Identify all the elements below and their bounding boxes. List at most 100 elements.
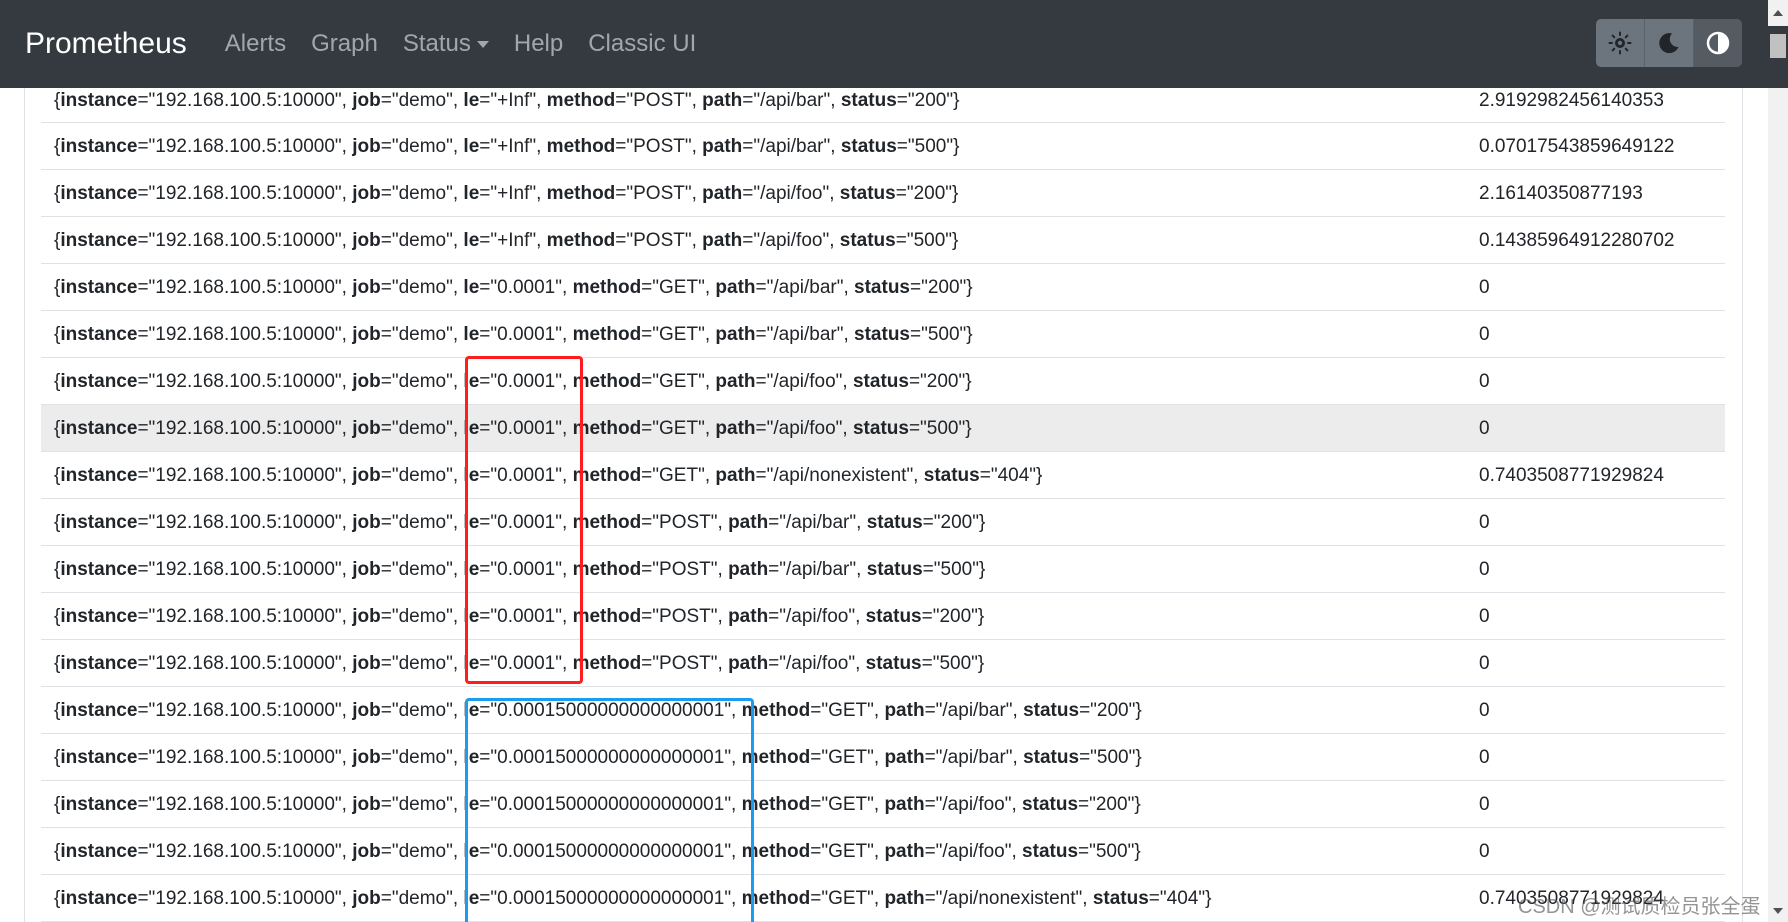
label-key-method: method bbox=[741, 794, 811, 815]
label-key-job: job bbox=[352, 183, 381, 204]
label-value-le: 0.00015000000000000001 bbox=[497, 747, 725, 768]
label-key-method: method bbox=[572, 606, 642, 627]
table-row[interactable]: {instance="192.168.100.5:10000", job="de… bbox=[41, 687, 1725, 734]
label-key-status: status bbox=[840, 136, 897, 157]
table-row[interactable]: {instance="192.168.100.5:10000", job="de… bbox=[41, 499, 1725, 546]
label-key-le: le bbox=[463, 653, 480, 674]
table-row[interactable]: {instance="192.168.100.5:10000", job="de… bbox=[41, 88, 1725, 123]
label-value-job: demo bbox=[398, 606, 447, 627]
nav-help[interactable]: Help bbox=[514, 30, 563, 58]
nav-status-dropdown[interactable]: Status bbox=[403, 30, 489, 58]
label-value-instance: 192.168.100.5:10000 bbox=[155, 418, 335, 439]
sun-icon bbox=[1608, 31, 1632, 55]
series-value: 0 bbox=[1479, 700, 1490, 721]
label-value-le: 0.0001 bbox=[497, 371, 556, 392]
label-key-method: method bbox=[741, 841, 811, 862]
table-row[interactable]: {instance="192.168.100.5:10000", job="de… bbox=[41, 452, 1725, 499]
label-key-path: path bbox=[884, 794, 925, 815]
label-key-le: le bbox=[463, 277, 480, 298]
nav-graph[interactable]: Graph bbox=[311, 30, 378, 58]
label-key-job: job bbox=[352, 606, 381, 627]
series-labels: {instance="192.168.100.5:10000", job="de… bbox=[54, 653, 985, 674]
dark-theme-button[interactable] bbox=[1645, 19, 1694, 67]
series-labels: {instance="192.168.100.5:10000", job="de… bbox=[54, 418, 972, 439]
label-value-status: 200 bbox=[914, 90, 947, 111]
label-key-status: status bbox=[1092, 888, 1149, 909]
brand-link[interactable]: Prometheus bbox=[25, 27, 187, 61]
label-key-job: job bbox=[352, 841, 381, 862]
table-row[interactable]: {instance="192.168.100.5:10000", job="de… bbox=[41, 828, 1725, 875]
label-key-instance: instance bbox=[60, 230, 138, 251]
label-value-job: demo bbox=[398, 653, 447, 674]
label-value-status: 404 bbox=[997, 465, 1030, 486]
series-labels: {instance="192.168.100.5:10000", job="de… bbox=[54, 465, 1043, 486]
label-value-path: /api/foo bbox=[760, 183, 823, 204]
nav-classic-ui[interactable]: Classic UI bbox=[588, 30, 696, 58]
label-key-path: path bbox=[728, 653, 769, 674]
table-row[interactable]: {instance="192.168.100.5:10000", job="de… bbox=[41, 875, 1725, 922]
table-row[interactable]: {instance="192.168.100.5:10000", job="de… bbox=[41, 358, 1725, 405]
label-key-le: le bbox=[463, 183, 480, 204]
page-scrollbar[interactable] bbox=[1768, 88, 1788, 922]
table-row[interactable]: {instance="192.168.100.5:10000", job="de… bbox=[41, 546, 1725, 593]
label-key-job: job bbox=[352, 90, 381, 111]
table-row[interactable]: {instance="192.168.100.5:10000", job="de… bbox=[41, 640, 1725, 687]
scroll-up-button[interactable] bbox=[1768, 0, 1788, 26]
label-value-instance: 192.168.100.5:10000 bbox=[155, 794, 335, 815]
label-value-method: POST bbox=[659, 559, 711, 580]
label-key-path: path bbox=[715, 277, 756, 298]
label-value-status: 500 bbox=[1095, 841, 1128, 862]
label-value-instance: 192.168.100.5:10000 bbox=[155, 465, 335, 486]
label-value-le: 0.0001 bbox=[497, 653, 556, 674]
series-value: 0 bbox=[1479, 371, 1490, 392]
label-key-job: job bbox=[352, 653, 381, 674]
table-row[interactable]: {instance="192.168.100.5:10000", job="de… bbox=[41, 734, 1725, 781]
table-row[interactable]: {instance="192.168.100.5:10000", job="de… bbox=[41, 170, 1725, 217]
scrollbar-thumb[interactable] bbox=[1770, 34, 1786, 58]
label-value-instance: 192.168.100.5:10000 bbox=[155, 277, 335, 298]
table-row[interactable]: {instance="192.168.100.5:10000", job="de… bbox=[41, 781, 1725, 828]
label-value-method: GET bbox=[659, 371, 699, 392]
series-value: 0.14385964912280702 bbox=[1479, 230, 1675, 251]
series-labels: {instance="192.168.100.5:10000", job="de… bbox=[54, 136, 960, 157]
label-key-le: le bbox=[463, 371, 480, 392]
label-value-instance: 192.168.100.5:10000 bbox=[155, 512, 335, 533]
label-value-job: demo bbox=[398, 794, 447, 815]
browser-theme-button[interactable] bbox=[1694, 19, 1742, 67]
label-key-instance: instance bbox=[60, 183, 138, 204]
light-theme-button[interactable] bbox=[1596, 19, 1645, 67]
label-key-path: path bbox=[715, 324, 756, 345]
label-value-status: 200 bbox=[913, 183, 946, 204]
label-value-method: GET bbox=[659, 324, 699, 345]
label-value-le: 0.0001 bbox=[497, 418, 556, 439]
label-key-job: job bbox=[352, 747, 381, 768]
series-labels: {instance="192.168.100.5:10000", job="de… bbox=[54, 559, 986, 580]
top-navbar: Prometheus Alerts Graph Status Help Clas… bbox=[0, 0, 1788, 88]
table-row[interactable]: {instance="192.168.100.5:10000", job="de… bbox=[41, 217, 1725, 264]
label-key-status: status bbox=[840, 90, 897, 111]
label-key-status: status bbox=[923, 465, 980, 486]
label-key-job: job bbox=[352, 136, 381, 157]
nav-alerts[interactable]: Alerts bbox=[225, 30, 286, 58]
label-key-instance: instance bbox=[60, 136, 138, 157]
panel-left-border bbox=[24, 88, 25, 922]
scroll-down-button[interactable] bbox=[1768, 900, 1788, 922]
table-row[interactable]: {instance="192.168.100.5:10000", job="de… bbox=[41, 405, 1725, 452]
label-key-instance: instance bbox=[60, 371, 138, 392]
label-value-method: GET bbox=[828, 794, 868, 815]
label-key-le: le bbox=[463, 136, 480, 157]
table-row[interactable]: {instance="192.168.100.5:10000", job="de… bbox=[41, 593, 1725, 640]
table-row[interactable]: {instance="192.168.100.5:10000", job="de… bbox=[41, 264, 1725, 311]
label-key-path: path bbox=[715, 465, 756, 486]
table-row[interactable]: {instance="192.168.100.5:10000", job="de… bbox=[41, 123, 1725, 170]
table-row[interactable]: {instance="192.168.100.5:10000", job="de… bbox=[41, 311, 1725, 358]
label-value-status: 200 bbox=[1096, 700, 1129, 721]
label-key-method: method bbox=[741, 888, 811, 909]
label-key-le: le bbox=[463, 606, 480, 627]
series-labels: {instance="192.168.100.5:10000", job="de… bbox=[54, 606, 985, 627]
series-value: 0.07017543859649122 bbox=[1479, 136, 1675, 157]
label-key-path: path bbox=[884, 888, 925, 909]
label-key-instance: instance bbox=[60, 277, 138, 298]
label-value-path: /api/bar bbox=[942, 747, 1006, 768]
label-value-path: /api/nonexistent bbox=[773, 465, 907, 486]
